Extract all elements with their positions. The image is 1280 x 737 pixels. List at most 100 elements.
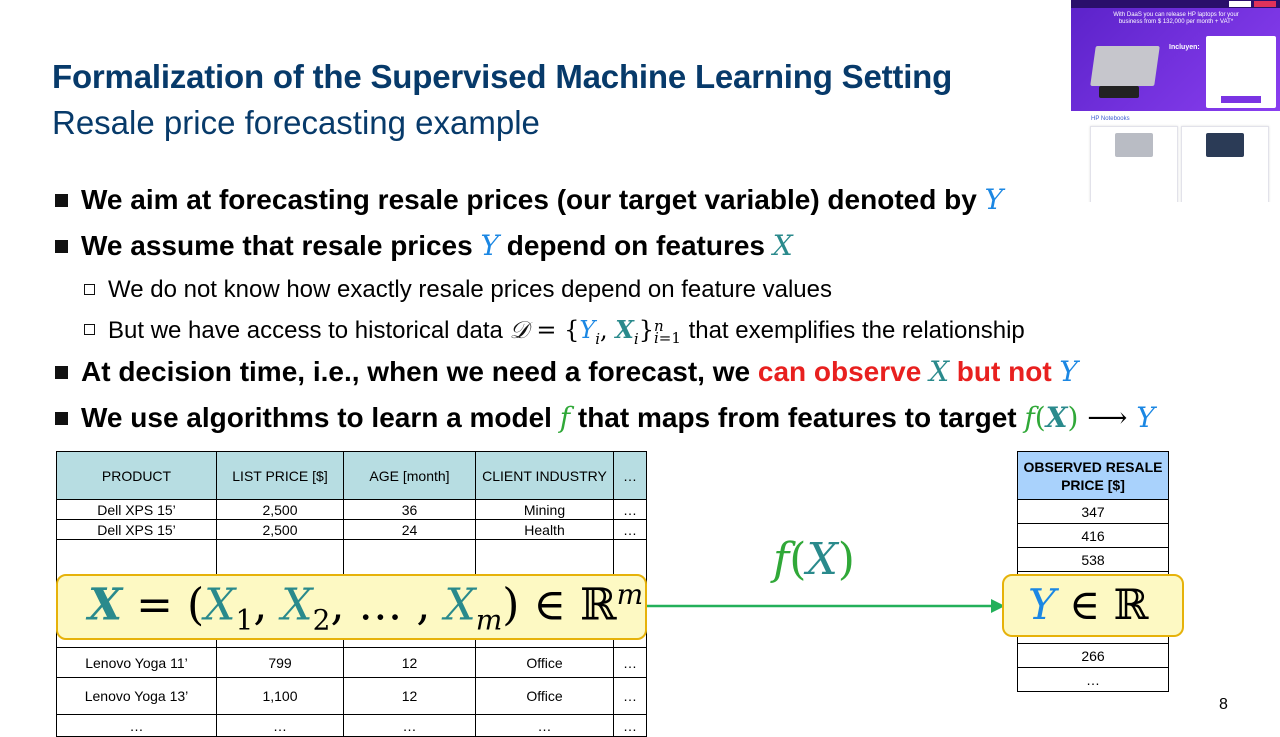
bullet-marker xyxy=(55,240,68,253)
bullet-2-pre: We assume that resale prices xyxy=(81,230,473,261)
table-row: Dell XPS 15’ 2,500 36 Mining … xyxy=(56,499,647,520)
sub-bullet-marker xyxy=(84,284,95,295)
sub-bullet-2-post: that exemplifies the relationship xyxy=(688,317,1025,344)
bullet-marker xyxy=(55,412,68,425)
table-cell: 12 xyxy=(343,647,476,678)
target-callout: Y ∈ ℝ xyxy=(1002,574,1184,637)
table-cell: Dell XPS 15’ xyxy=(56,499,217,520)
table-row: Dell XPS 15’ 2,500 24 Health … xyxy=(56,519,647,540)
thumbnail-headline: With DaaS you can release HP laptops for… xyxy=(1113,12,1239,25)
thumbnail-form-button xyxy=(1221,96,1261,103)
column-header: LIST PRICE [$] xyxy=(216,451,344,500)
bullet-4: We use algorithms to learn a model f tha… xyxy=(81,401,1155,434)
table-cell: Lenovo Yoga 11’ xyxy=(56,647,217,678)
sub-bullet-marker xyxy=(84,324,95,335)
column-header: AGE [month] xyxy=(343,451,476,500)
sub-bullet-2-pre: But we have access to historical data xyxy=(108,317,503,344)
target-table: OBSERVED RESALE PRICE [$] 347 416 538 88… xyxy=(1017,451,1169,692)
bullet-3-emph-1: can observe xyxy=(757,356,922,387)
website-thumbnail: With DaaS you can release HP laptops for… xyxy=(1071,0,1280,202)
feature-var: X xyxy=(772,229,793,262)
column-header: … xyxy=(613,451,647,500)
laptop-image xyxy=(1090,46,1160,86)
bullet-marker xyxy=(55,194,68,207)
table-cell: 12 xyxy=(343,677,476,715)
table-row: 266 xyxy=(1017,643,1169,668)
table-cell: Mining xyxy=(475,499,614,520)
bullet-4-mid: that maps from features to target xyxy=(577,402,1017,433)
laptop-base-image xyxy=(1099,86,1139,98)
table-cell: 2,500 xyxy=(216,499,344,520)
bullet-3-pre: At decision time, i.e., when we need a f… xyxy=(81,356,751,387)
bullet-1: We aim at forecasting resale prices (our… xyxy=(81,183,1003,216)
column-header: PRODUCT xyxy=(56,451,217,500)
table-cell: 416 xyxy=(1017,523,1169,548)
sub-bullet-1: We do not know how exactly resale prices… xyxy=(108,276,832,303)
bullet-marker xyxy=(55,366,68,379)
target-var: Y xyxy=(984,183,1004,216)
table-cell: … xyxy=(613,714,647,737)
slide-title: Formalization of the Supervised Machine … xyxy=(52,58,953,95)
table-cell: 36 xyxy=(343,499,476,520)
table-row: 347 xyxy=(1017,499,1169,524)
product-card xyxy=(1090,126,1178,202)
bullet-1-text: We aim at forecasting resale prices (our… xyxy=(81,184,977,215)
thumbnail-include-label: Incluyen: xyxy=(1169,44,1200,51)
table-cell: 266 xyxy=(1017,643,1169,668)
table-cell: … xyxy=(216,714,344,737)
bullet-4-pre: We use algorithms to learn a model xyxy=(81,402,552,433)
thumbnail-nav-button-accent xyxy=(1254,1,1276,7)
model-var: f xyxy=(559,401,571,434)
table-cell: … xyxy=(475,714,614,737)
page-number: 8 xyxy=(1219,696,1228,713)
table-row: … … … … … xyxy=(56,714,647,737)
target-var: Y xyxy=(1059,355,1078,388)
feature-vector-formula: X = (X1, X2, … , Xm) ∈ ℝm xyxy=(88,578,644,637)
target-var: Y xyxy=(480,229,499,262)
bullet-2: We assume that resale prices Y depend on… xyxy=(81,229,793,262)
table-cell: … xyxy=(1017,667,1169,692)
laptop-image xyxy=(1206,133,1244,157)
table-cell: … xyxy=(613,499,647,520)
column-header: OBSERVED RESALE PRICE [$] xyxy=(1017,451,1169,500)
mapping-arrow xyxy=(646,599,1005,613)
table-cell: Office xyxy=(475,677,614,715)
table-cell: 799 xyxy=(216,647,344,678)
table-header-row: PRODUCT LIST PRICE [$] AGE [month] CLIEN… xyxy=(56,451,647,500)
product-card xyxy=(1181,126,1269,202)
table-row: … xyxy=(1017,667,1169,692)
feature-var: X xyxy=(929,355,950,388)
table-cell: 1,100 xyxy=(216,677,344,715)
sub-bullet-2: But we have access to historical data 𝒟 … xyxy=(108,315,1025,348)
target-formula: Y ∈ ℝ xyxy=(1028,580,1149,629)
table-cell: Office xyxy=(475,647,614,678)
table-row: 416 xyxy=(1017,523,1169,548)
table-cell: Lenovo Yoga 13’ xyxy=(56,677,217,715)
table-row: 538 xyxy=(1017,547,1169,572)
thumbnail-section-label: HP Notebooks xyxy=(1091,116,1130,122)
table-row: Lenovo Yoga 13’ 1,100 12 Office … xyxy=(56,677,647,715)
table-cell: … xyxy=(613,519,647,540)
table-cell: 2,500 xyxy=(216,519,344,540)
bullet-3-emph-2: but not xyxy=(956,356,1052,387)
thumbnail-nav-button xyxy=(1229,1,1251,7)
bullet-3: At decision time, i.e., when we need a f… xyxy=(81,355,1078,388)
bullet-2-mid: depend on features xyxy=(506,230,765,261)
table-row: Lenovo Yoga 11’ 799 12 Office … xyxy=(56,647,647,678)
mapping-formula: f(X) ⟶ Y xyxy=(1024,401,1155,434)
slide-subtitle: Resale price forecasting example xyxy=(52,104,540,141)
table-cell: 24 xyxy=(343,519,476,540)
table-cell: 538 xyxy=(1017,547,1169,572)
table-cell: … xyxy=(343,714,476,737)
model-label: f(X) xyxy=(773,534,855,585)
column-header: CLIENT INDUSTRY xyxy=(475,451,614,500)
table-cell: Health xyxy=(475,519,614,540)
table-cell: 347 xyxy=(1017,499,1169,524)
laptop-image xyxy=(1115,133,1153,157)
feature-vector-callout: X = (X1, X2, … , Xm) ∈ ℝm xyxy=(56,574,647,640)
table-cell: … xyxy=(56,714,217,737)
dataset-formula: 𝒟 = {Yi, Xi} n i=1 xyxy=(509,315,681,348)
table-cell: … xyxy=(613,647,647,678)
table-cell: Dell XPS 15’ xyxy=(56,519,217,540)
table-cell: … xyxy=(613,677,647,715)
